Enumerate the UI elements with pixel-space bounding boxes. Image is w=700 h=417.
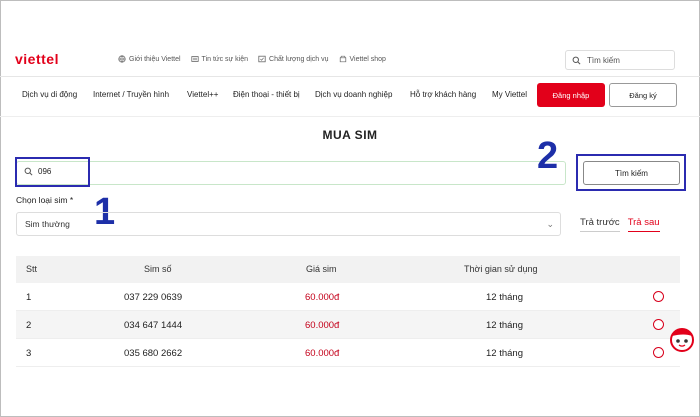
top-link-about[interactable]: Giới thiệu Viettel <box>118 55 181 63</box>
nav-item-viettel-plus[interactable]: Viettel++ <box>187 90 218 99</box>
payment-type-tabs: Trả trước Trả sau <box>580 217 660 232</box>
top-link-shop[interactable]: Viettel shop <box>339 55 386 63</box>
sim-table: Stt Sim số Giá sim Thời gian sử dụng 1 0… <box>16 256 680 367</box>
cell-stt: 3 <box>26 348 32 359</box>
divider <box>0 76 700 77</box>
cell-price: 60.000đ <box>305 348 340 359</box>
nav-item-phones-devices[interactable]: Điện thoại - thiết bị <box>233 90 300 99</box>
annotation-number-2: 2 <box>537 135 559 177</box>
cell-price: 60.000đ <box>305 292 340 303</box>
sim-type-select[interactable]: Sim thường ⌄ <box>16 212 561 236</box>
cell-price: 60.000đ <box>305 320 340 331</box>
top-link-label: Viettel shop <box>349 55 386 63</box>
quality-icon <box>258 55 266 63</box>
cell-duration: 12 tháng <box>486 348 523 359</box>
cell-stt: 2 <box>26 320 32 331</box>
chevron-down-icon: ⌄ <box>546 219 554 229</box>
register-button[interactable]: Đăng ký <box>609 83 677 107</box>
col-header-stt: Stt <box>26 264 38 274</box>
nav-item-mobile[interactable]: Dịch vụ di động <box>22 90 77 99</box>
search-icon <box>572 56 581 64</box>
col-header-duration: Thời gian sử dụng <box>464 264 538 274</box>
table-row[interactable]: 1 037 229 0639 60.000đ 12 tháng <box>16 283 680 311</box>
login-button[interactable]: Đăng nhập <box>537 83 605 107</box>
sim-type-label: Chọn loại sim * <box>16 195 74 205</box>
top-links: Giới thiệu Viettel Tin tức sự kiện Chất … <box>118 55 386 63</box>
cell-duration: 12 tháng <box>486 292 523 303</box>
viettel-logo[interactable]: viettel <box>15 51 59 67</box>
main-nav: Dịch vụ di động Internet / Truyền hình V… <box>0 82 700 108</box>
select-radio[interactable] <box>653 291 664 302</box>
news-icon <box>190 56 199 62</box>
top-link-quality[interactable]: Chất lượng dịch vụ <box>258 55 329 63</box>
top-link-news[interactable]: Tin tức sự kiện <box>190 55 249 63</box>
cell-stt: 1 <box>26 292 32 303</box>
sim-type-selected: Sim thường <box>25 219 70 229</box>
cell-duration: 12 tháng <box>486 320 523 331</box>
tab-prepaid[interactable]: Trả trước <box>580 217 620 232</box>
annotation-box-2 <box>576 154 686 191</box>
top-link-label: Tin tức sự kiện <box>201 55 249 63</box>
header-search-input[interactable]: Tìm kiếm <box>565 50 675 70</box>
annotation-box-1 <box>15 157 90 187</box>
table-header: Stt Sim số Giá sim Thời gian sử dụng <box>16 256 680 283</box>
globe-icon <box>118 55 126 63</box>
col-header-sim-number: Sim số <box>144 264 172 274</box>
nav-item-support[interactable]: Hỗ trợ khách hàng <box>410 90 476 99</box>
select-radio[interactable] <box>653 319 664 330</box>
table-row[interactable]: 3 035 680 2662 60.000đ 12 tháng <box>16 339 680 367</box>
col-header-price: Giá sim <box>306 264 337 274</box>
top-link-label: Chất lượng dịch vụ <box>269 55 329 63</box>
top-link-label: Giới thiệu Viettel <box>129 55 181 63</box>
top-bar: viettel Giới thiệu Viettel Tin tức sự ki… <box>0 46 700 74</box>
header-search-placeholder: Tìm kiếm <box>587 55 620 65</box>
table-row[interactable]: 2 034 647 1444 60.000đ 12 tháng <box>16 311 680 339</box>
sim-search-input[interactable] <box>16 161 566 185</box>
nav-item-enterprise[interactable]: Dịch vụ doanh nghiệp <box>315 90 392 99</box>
shop-icon <box>339 55 346 63</box>
divider <box>0 116 700 117</box>
cell-sim-number: 037 229 0639 <box>124 292 183 303</box>
tab-postpaid[interactable]: Trả sau <box>627 217 660 232</box>
page-title: MUA SIM <box>322 128 378 142</box>
chat-mascot-icon[interactable] <box>668 325 696 353</box>
cell-sim-number: 034 647 1444 <box>124 320 183 331</box>
cell-sim-number: 035 680 2662 <box>124 348 183 359</box>
nav-item-my-viettel[interactable]: My Viettel <box>492 90 527 99</box>
nav-item-internet-tv[interactable]: Internet / Truyền hình <box>93 90 169 99</box>
select-radio[interactable] <box>653 347 664 358</box>
